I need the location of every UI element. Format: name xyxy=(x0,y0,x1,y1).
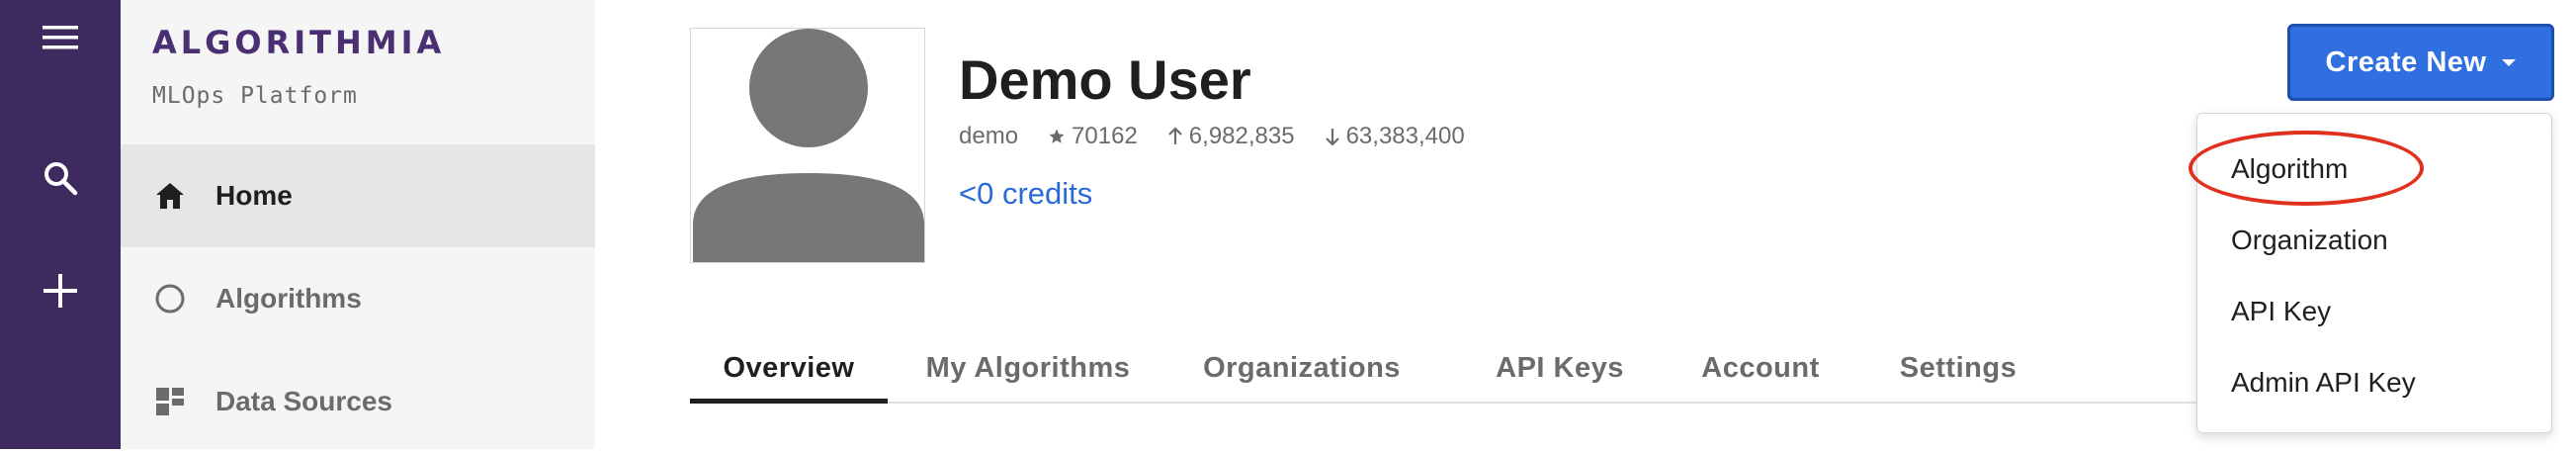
create-new-label: Create New xyxy=(2325,45,2487,78)
profile-tabs: Overview My Algorithms Organizations API… xyxy=(690,336,2212,404)
menu-item-api-key[interactable]: API Key xyxy=(2231,296,2331,327)
sidebar: ALGORITHMIA MLOps Platform Home Algorith… xyxy=(121,0,595,449)
sidebar-item-algorithms[interactable]: Algorithms xyxy=(121,247,595,350)
username-label: demo xyxy=(959,123,1019,149)
tab-settings[interactable]: Settings xyxy=(1894,336,2022,400)
stars-stat: 70162 xyxy=(1048,123,1138,150)
credits-link[interactable]: <0 credits xyxy=(959,176,1092,212)
profile-stats: demo 70162 6,982,835 63,383,400 xyxy=(959,123,1495,150)
arrow-down-icon xyxy=(1325,129,1339,146)
home-icon xyxy=(152,178,188,214)
sidebar-item-label: Home xyxy=(215,180,293,211)
search-button[interactable] xyxy=(0,156,121,200)
sidebar-item-home[interactable]: Home xyxy=(121,144,595,247)
tab-account[interactable]: Account xyxy=(1696,336,1825,400)
downloaded-stat: 63,383,400 xyxy=(1325,123,1465,150)
tab-overview[interactable]: Overview xyxy=(690,336,888,404)
username-stat: demo xyxy=(959,123,1018,150)
uploaded-stat: 6,982,835 xyxy=(1167,123,1295,150)
menu-item-algorithm[interactable]: Algorithm xyxy=(2231,153,2348,185)
user-avatar-icon xyxy=(693,29,924,262)
downloaded-count: 63,383,400 xyxy=(1345,123,1465,149)
tab-organizations[interactable]: Organizations xyxy=(1198,336,1406,400)
arrow-up-icon xyxy=(1168,127,1182,144)
menu-item-admin-api-key[interactable]: Admin API Key xyxy=(2231,367,2416,399)
add-button[interactable] xyxy=(0,269,121,313)
sidebar-item-label: Algorithms xyxy=(215,283,362,314)
menu-button[interactable] xyxy=(0,18,121,57)
create-new-button[interactable]: Create New xyxy=(2287,24,2554,101)
menu-item-organization[interactable]: Organization xyxy=(2231,225,2388,256)
circle-icon xyxy=(152,281,188,317)
tab-api-keys[interactable]: API Keys xyxy=(1491,336,1629,400)
star-icon xyxy=(1049,129,1065,143)
tab-my-algorithms[interactable]: My Algorithms xyxy=(919,336,1137,400)
search-icon xyxy=(44,162,78,196)
profile-name: Demo User xyxy=(959,48,1251,111)
uploaded-count: 6,982,835 xyxy=(1188,123,1295,149)
menu-icon xyxy=(43,26,78,49)
brand-subtitle: MLOps Platform xyxy=(152,83,358,109)
brand-logo[interactable]: ALGORITHMIA xyxy=(152,24,445,61)
create-new-menu: Algorithm Organization API Key Admin API… xyxy=(2196,113,2552,433)
sidebar-item-label: Data Sources xyxy=(215,386,392,416)
stars-count: 70162 xyxy=(1072,123,1138,149)
plus-icon xyxy=(43,274,77,308)
icon-rail xyxy=(0,0,121,449)
avatar xyxy=(690,28,925,263)
caret-down-icon xyxy=(2502,58,2517,66)
grid-icon xyxy=(152,384,188,419)
sidebar-item-data-sources[interactable]: Data Sources xyxy=(121,350,595,453)
